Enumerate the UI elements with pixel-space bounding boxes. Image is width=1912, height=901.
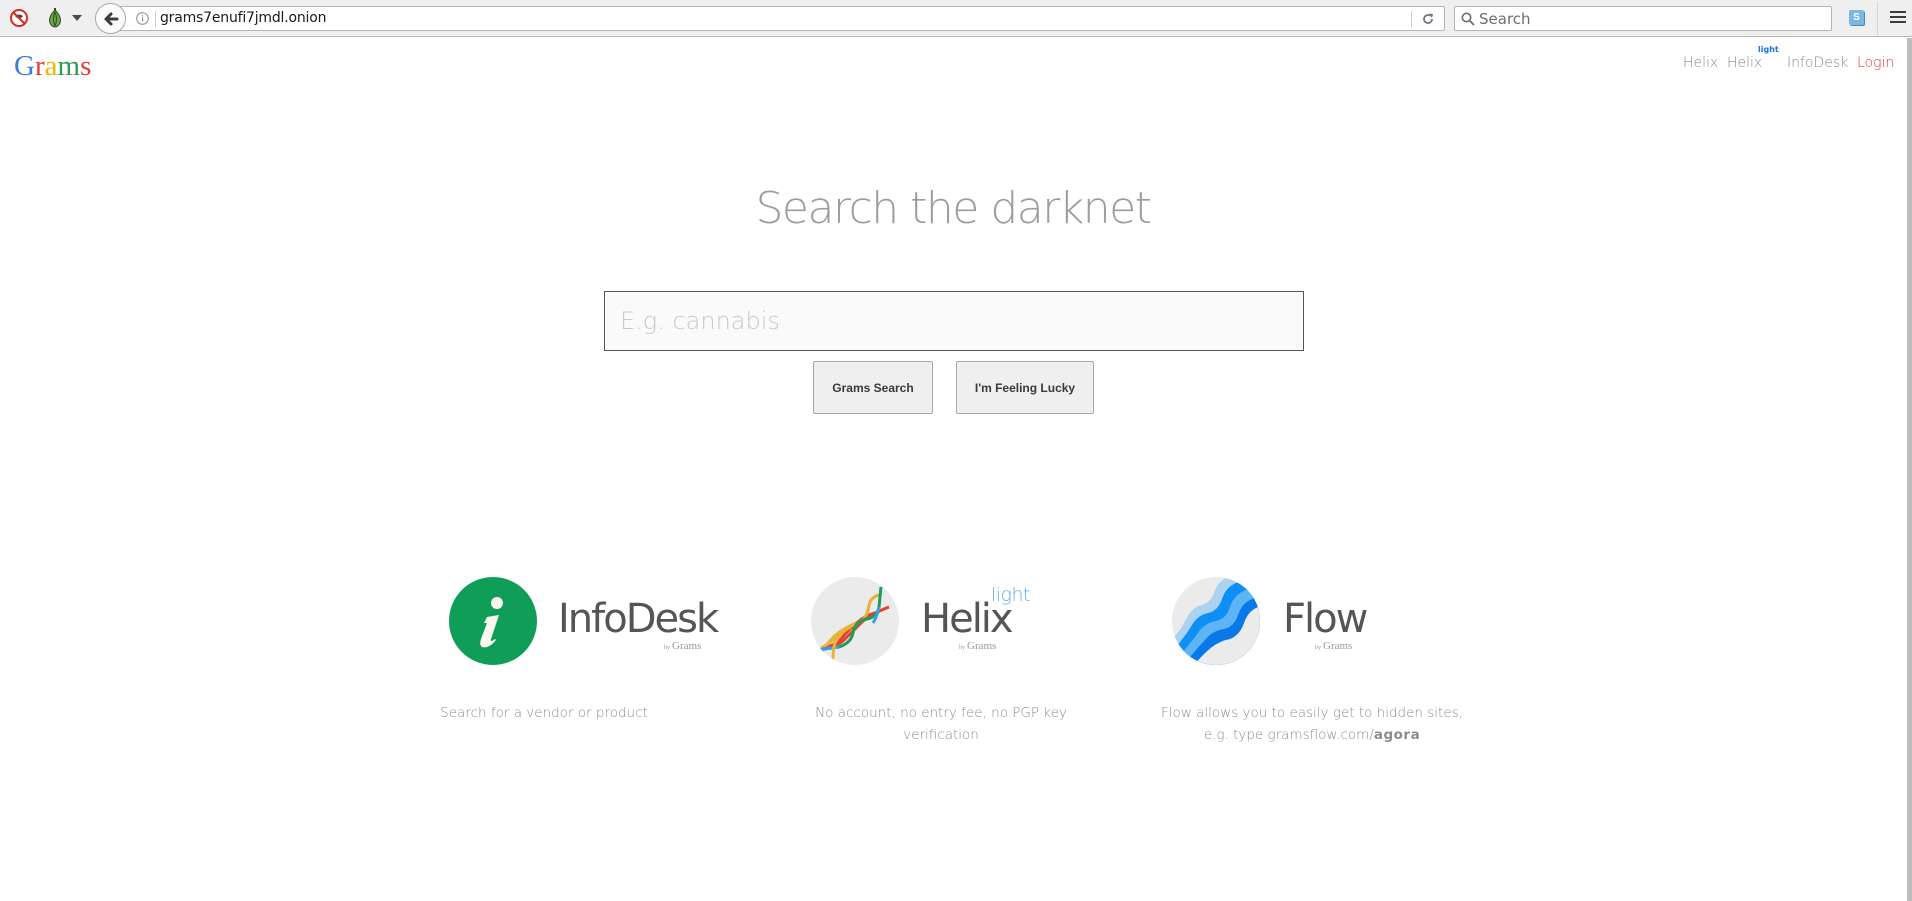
feature-title[interactable]: Flow xyxy=(1283,596,1368,642)
url-separator xyxy=(155,11,156,27)
grams-logo[interactable]: Grams xyxy=(14,50,91,83)
feature-byline: by Grams xyxy=(1315,640,1352,652)
toolbar-divider xyxy=(1877,2,1878,35)
logo-letter: r xyxy=(34,50,45,82)
feature-byline: by Grams xyxy=(664,640,701,652)
grams-search-button[interactable]: Grams Search xyxy=(813,361,933,414)
description-prefix: e.g. type gramsflow.com/ xyxy=(1203,727,1374,743)
dropdown-caret-icon[interactable] xyxy=(72,14,82,22)
nav-login[interactable]: Login xyxy=(1857,55,1894,71)
feature-description: Flow allows you to easily get to hidden … xyxy=(1152,702,1472,746)
helix-dna-icon[interactable] xyxy=(811,577,899,665)
browser-search-placeholder: Search xyxy=(1479,10,1531,28)
byline-prefix: by xyxy=(959,645,965,651)
s-extension-icon[interactable]: S xyxy=(1849,10,1864,25)
byline-prefix: by xyxy=(664,645,670,651)
logo-letter: G xyxy=(14,50,35,82)
url-bar[interactable]: grams7enufi7jmdl.onion xyxy=(110,6,1445,31)
tor-onion-icon[interactable] xyxy=(46,8,64,28)
browser-toolbar: grams7enufi7jmdl.onion Search S xyxy=(0,0,1912,37)
logo-letter: a xyxy=(44,50,58,82)
byline-text: Grams xyxy=(672,640,702,652)
back-button[interactable] xyxy=(95,3,126,34)
byline-prefix: by xyxy=(1315,645,1321,651)
info-icon[interactable] xyxy=(136,12,149,25)
flow-waves-icon[interactable] xyxy=(1172,577,1260,665)
url-separator xyxy=(1411,11,1412,27)
description-line: verification xyxy=(903,727,979,743)
description-line: Flow allows you to easily get to hidden … xyxy=(1161,705,1463,721)
feature-title[interactable]: InfoDesk xyxy=(558,596,719,642)
browser-search-bar[interactable]: Search xyxy=(1454,6,1832,31)
feature-helix[interactable]: Helix light by Grams No account, no entry… xyxy=(811,577,1111,757)
byline-text: Grams xyxy=(1323,640,1353,652)
logo-letter: m xyxy=(57,50,81,82)
nav-helix-light-sup: light xyxy=(1758,45,1779,54)
logo-letter: s xyxy=(80,50,92,82)
feeling-lucky-button[interactable]: I'm Feeling Lucky xyxy=(956,361,1094,414)
url-text[interactable]: grams7enufi7jmdl.onion xyxy=(160,10,326,26)
page-headline: Search the darknet xyxy=(755,183,1152,234)
description-bold: agora xyxy=(1373,727,1421,743)
feature-flow[interactable]: Flow by Grams Flow allows you to easily g… xyxy=(1161,577,1472,757)
feature-description: No account, no entry fee, no PGP key ver… xyxy=(791,702,1091,746)
scrollbar-thumb[interactable] xyxy=(1907,38,1912,901)
back-arrow-icon xyxy=(104,12,118,25)
description-line: No account, no entry fee, no PGP key xyxy=(815,705,1067,721)
feature-superscript: light xyxy=(991,584,1030,606)
nav-helix[interactable]: Helix xyxy=(1683,55,1718,71)
feature-byline: by Grams xyxy=(959,640,996,652)
nav-infodesk[interactable]: InfoDesk xyxy=(1787,55,1848,71)
search-icon xyxy=(1461,12,1475,26)
search-input[interactable] xyxy=(604,291,1304,351)
feature-infodesk[interactable]: InfoDesk by Grams Search for a vendor or … xyxy=(440,577,749,757)
byline-text: Grams xyxy=(967,640,997,652)
hamburger-menu-icon[interactable] xyxy=(1890,11,1906,25)
description-line: e.g. type gramsflow.com/agora xyxy=(1152,724,1472,746)
noscript-icon[interactable] xyxy=(10,9,28,27)
info-icon[interactable] xyxy=(449,577,537,665)
reload-icon[interactable] xyxy=(1421,12,1435,26)
feature-description: Search for a vendor or product xyxy=(440,705,648,721)
nav-helix-light[interactable]: Helix xyxy=(1727,55,1762,71)
